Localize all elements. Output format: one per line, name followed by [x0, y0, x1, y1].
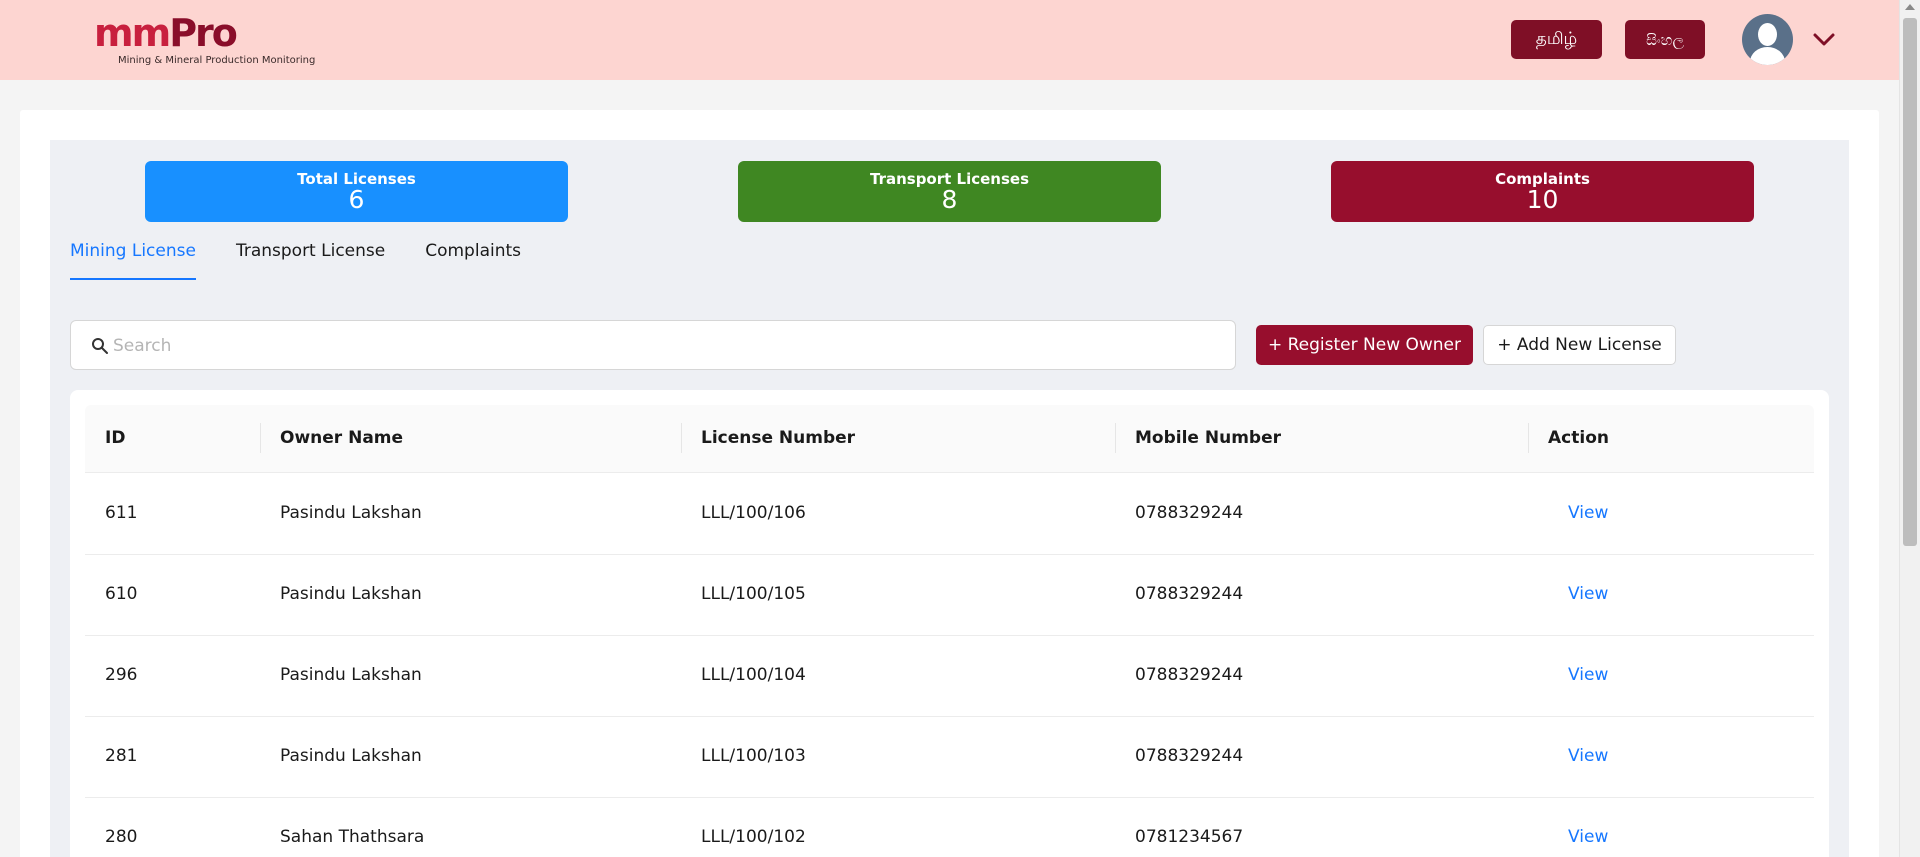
column-divider: [681, 423, 682, 453]
cell-id: 280: [105, 827, 138, 847]
table-row: 610 Pasindu Lakshan LLL/100/105 07883292…: [85, 555, 1814, 636]
search-icon: [92, 338, 108, 354]
logo-subtitle: Mining & Mineral Production Monitoring: [118, 55, 316, 66]
cell-id: 611: [105, 503, 138, 523]
add-new-license-button[interactable]: + Add New License: [1483, 325, 1676, 365]
search-box: [70, 320, 1236, 370]
language-sinhala-button[interactable]: සිංහල: [1625, 20, 1705, 59]
page-scrollbar[interactable]: [1899, 0, 1920, 857]
cell-mobile-number: 0788329244: [1135, 665, 1244, 685]
column-divider: [260, 423, 261, 453]
stat-total-licenses: Total Licenses 6: [145, 161, 568, 222]
column-header-id[interactable]: ID: [105, 428, 125, 448]
table-row: 296 Pasindu Lakshan LLL/100/104 07883292…: [85, 636, 1814, 717]
tab-transport-license[interactable]: Transport License: [236, 238, 385, 280]
cell-license-number: LLL/100/103: [701, 746, 806, 766]
table-row: 611 Pasindu Lakshan LLL/100/106 07883292…: [85, 474, 1814, 555]
scroll-up-arrow-icon[interactable]: [1905, 4, 1915, 10]
stat-transport-value: 8: [941, 185, 958, 214]
column-header-action[interactable]: Action: [1548, 428, 1609, 448]
column-header-license-number[interactable]: License Number: [701, 428, 855, 448]
license-tabs: Mining License Transport License Complai…: [70, 238, 561, 280]
license-table: ID Owner Name License Number Mobile Numb…: [70, 390, 1829, 857]
table-row: 280 Sahan Thathsara LLL/100/102 07812345…: [85, 798, 1814, 857]
cell-license-number: LLL/100/106: [701, 503, 806, 523]
view-link[interactable]: View: [1568, 665, 1608, 685]
cell-id: 296: [105, 665, 138, 685]
cell-license-number: LLL/100/105: [701, 584, 806, 604]
view-link[interactable]: View: [1568, 584, 1608, 604]
view-link[interactable]: View: [1568, 746, 1608, 766]
search-input[interactable]: [113, 331, 1213, 361]
cell-id: 610: [105, 584, 138, 604]
column-divider: [1528, 423, 1529, 453]
cell-owner-name: Pasindu Lakshan: [280, 503, 422, 523]
avatar-body-shape: [1750, 47, 1785, 65]
logo-wordmark: mmPro: [94, 12, 315, 54]
view-link[interactable]: View: [1568, 503, 1608, 523]
table-header: ID Owner Name License Number Mobile Numb…: [85, 405, 1814, 473]
avatar-head-shape: [1758, 23, 1777, 46]
stat-complaints: Complaints 10: [1331, 161, 1754, 222]
stat-complaints-value: 10: [1526, 185, 1559, 214]
cell-owner-name: Pasindu Lakshan: [280, 584, 422, 604]
chevron-down-icon[interactable]: [1812, 28, 1836, 52]
cell-mobile-number: 0788329244: [1135, 584, 1244, 604]
cell-mobile-number: 0788329244: [1135, 503, 1244, 523]
logo-pro-text: Pro: [169, 11, 238, 55]
column-header-owner-name[interactable]: Owner Name: [280, 428, 403, 448]
scrollbar-thumb[interactable]: [1903, 18, 1917, 546]
language-tamil-button[interactable]: தமிழ்: [1511, 20, 1602, 59]
column-header-mobile-number[interactable]: Mobile Number: [1135, 428, 1281, 448]
tab-complaints[interactable]: Complaints: [425, 238, 521, 280]
cell-id: 281: [105, 746, 138, 766]
cell-mobile-number: 0781234567: [1135, 827, 1244, 847]
stat-total-value: 6: [348, 185, 365, 214]
stat-transport-licenses: Transport Licenses 8: [738, 161, 1161, 222]
register-new-owner-button[interactable]: + Register New Owner: [1256, 325, 1473, 365]
logo-mm-text: mm: [94, 11, 171, 55]
column-divider: [1115, 423, 1116, 453]
table-row: 281 Pasindu Lakshan LLL/100/103 07883292…: [85, 717, 1814, 798]
cell-owner-name: Pasindu Lakshan: [280, 746, 422, 766]
app-header: mmPro Mining & Mineral Production Monito…: [0, 0, 1899, 80]
cell-license-number: LLL/100/104: [701, 665, 806, 685]
cell-mobile-number: 0788329244: [1135, 746, 1244, 766]
app-logo[interactable]: mmPro Mining & Mineral Production Monito…: [94, 12, 315, 66]
user-avatar-icon[interactable]: [1742, 14, 1793, 65]
cell-owner-name: Pasindu Lakshan: [280, 665, 422, 685]
tab-mining-license[interactable]: Mining License: [70, 238, 196, 280]
cell-owner-name: Sahan Thathsara: [280, 827, 425, 847]
view-link[interactable]: View: [1568, 827, 1608, 847]
cell-license-number: LLL/100/102: [701, 827, 806, 847]
